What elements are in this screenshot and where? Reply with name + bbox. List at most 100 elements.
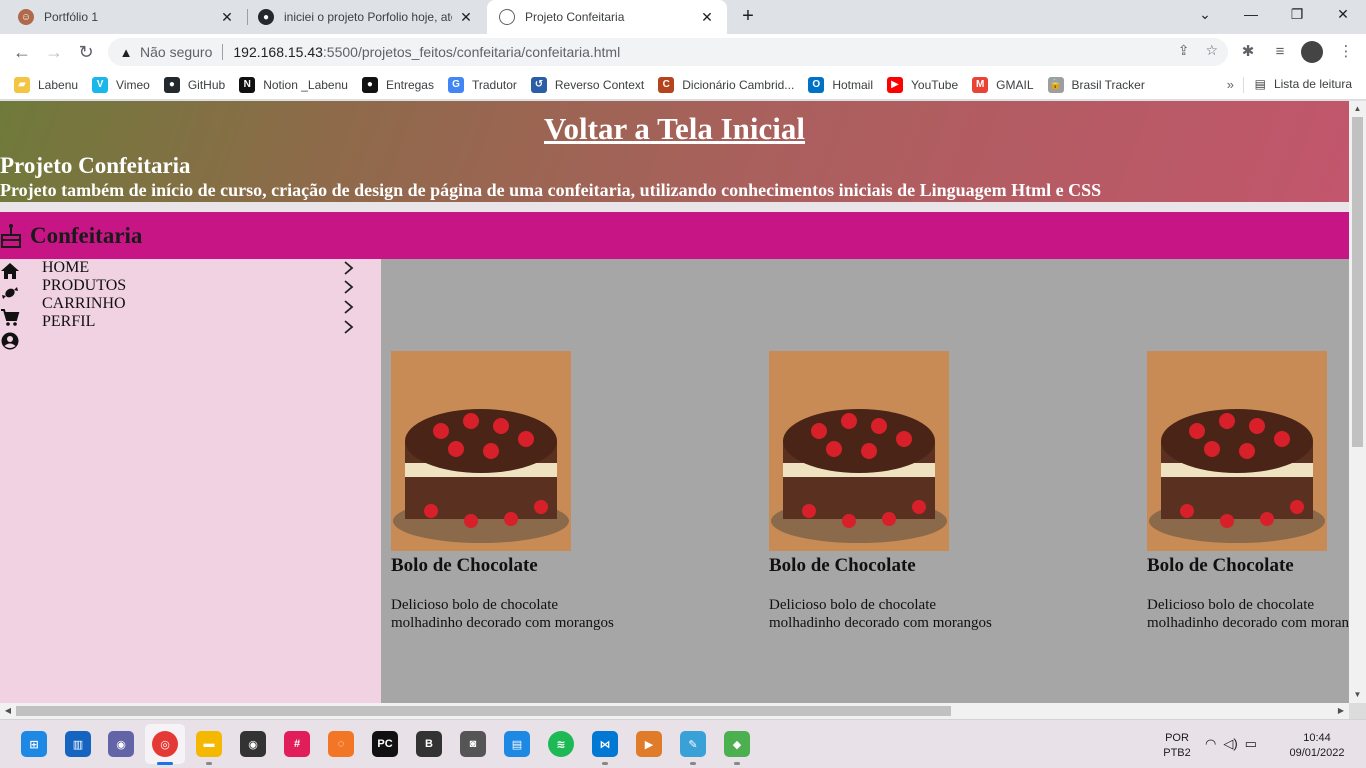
close-icon[interactable]: ✕ <box>219 9 235 25</box>
bookmark-item[interactable]: ▶ YouTube <box>887 76 958 93</box>
bookmark-item[interactable]: ▰ Labenu <box>14 76 78 93</box>
project-title: Projeto Confeitaria <box>0 153 191 178</box>
back-arrow-icon[interactable]: ← <box>8 38 36 66</box>
tab-github[interactable]: ● iniciei o projeto Porfolio hoje, até ✕ <box>248 0 486 34</box>
header-divider <box>0 202 1349 212</box>
github-icon: ● <box>258 9 274 25</box>
camera-app-icon[interactable]: ◙ <box>460 731 486 757</box>
product-card[interactable]: Bolo de Chocolate Delicioso bolo de choc… <box>391 351 691 632</box>
address-bar[interactable]: ▲ Não seguro 192.168.15.43:5500/projetos… <box>108 38 1228 66</box>
horizontal-scrollbar[interactable]: ◀ ▶ <box>0 703 1349 719</box>
bookmark-item[interactable]: N Notion _Labenu <box>239 76 348 93</box>
close-window-button[interactable]: ✕ <box>1320 0 1366 30</box>
close-icon[interactable]: ✕ <box>699 9 715 25</box>
clock-date: 09/01/2022 <box>1289 747 1345 759</box>
product-card[interactable]: Bolo de Chocolate Delicioso bolo de choc… <box>769 351 1069 632</box>
product-title: Bolo de Chocolate <box>769 555 916 576</box>
star-bookmark-icon[interactable]: ☆ <box>1205 42 1218 59</box>
tab-strip: ☺ Portfólio 1 ✕ ● iniciei o projeto Porf… <box>0 0 1366 34</box>
security-label[interactable]: Não seguro <box>140 44 212 60</box>
bookmark-label: Reverso Context <box>554 77 645 92</box>
chrome-icon[interactable]: ◎ <box>152 731 178 757</box>
scroll-right-arrow-icon[interactable]: ▶ <box>1333 703 1349 719</box>
media-player-icon[interactable]: ◉ <box>240 731 266 757</box>
scroll-down-arrow-icon[interactable]: ▼ <box>1349 687 1366 703</box>
extensions-puzzle-icon[interactable]: ✱ <box>1234 38 1262 66</box>
vscode-icon[interactable]: ⋈ <box>592 731 618 757</box>
product-card[interactable]: Bolo de Chocolate Delicioso bolo de choc… <box>1147 351 1349 632</box>
file-explorer-icon[interactable]: ▬ <box>196 731 222 757</box>
sidebar-item-perfil[interactable]: PERFIL <box>0 313 360 334</box>
bookmark-item[interactable]: V Vimeo <box>92 76 150 93</box>
battery-icon[interactable]: ▭ <box>1245 736 1257 752</box>
more-bookmarks-button[interactable]: » <box>1227 77 1234 92</box>
tab-portfolio[interactable]: ☺ Portfólio 1 ✕ <box>0 0 247 34</box>
system-tray-icons[interactable]: ◠ ◁) ▭ <box>1205 736 1257 752</box>
bookmark-item[interactable]: G Tradutor <box>447 76 517 93</box>
notion-icon: N <box>239 76 256 93</box>
sidebar-item-produtos[interactable]: PRODUTOS <box>0 277 360 295</box>
share-icon[interactable]: ⇪ <box>1178 42 1190 59</box>
reload-icon[interactable]: ↻ <box>72 38 100 66</box>
wifi-icon[interactable]: ◠ <box>1205 736 1216 752</box>
spotify-icon[interactable]: ≋ <box>548 731 574 757</box>
widgets-icon[interactable]: ▥ <box>65 731 91 757</box>
running-indicator <box>690 762 696 765</box>
minimize-button[interactable]: — <box>1228 0 1274 30</box>
scroll-up-arrow-icon[interactable]: ▲ <box>1349 101 1366 117</box>
url-text[interactable]: 192.168.15.43:5500/projetos_feitos/confe… <box>233 44 620 60</box>
chocolate-cake-image <box>1147 351 1327 551</box>
gmail-icon: M <box>972 76 989 93</box>
product-description: Delicioso bolo de chocolate molhadinho d… <box>391 596 691 632</box>
bookmark-item[interactable]: ● Entregas <box>361 76 434 93</box>
kebab-menu-icon[interactable]: ⋮ <box>1332 38 1360 66</box>
video-app-icon[interactable]: ▶ <box>636 731 662 757</box>
sidebar-item-carrinho[interactable]: CARRINHO <box>0 295 360 314</box>
new-tab-button[interactable]: + <box>735 5 761 29</box>
windows-start-icon[interactable]: ⊞ <box>21 731 47 757</box>
sidebar-item-home[interactable]: HOME <box>0 259 360 277</box>
bookmark-item[interactable]: ↺ Reverso Context <box>530 76 645 93</box>
close-icon[interactable]: ✕ <box>458 9 474 25</box>
bookmark-item[interactable]: 🔒 Brasil Tracker <box>1047 76 1145 93</box>
bookmarks-bar: ▰ Labenu V Vimeo ● GitHub N Notion _Labenu ● Entr… <box>0 70 1366 100</box>
media-playlist-icon[interactable]: ≡ <box>1266 38 1294 66</box>
language-indicator[interactable]: POR PTB2 <box>1160 731 1194 761</box>
running-indicator <box>602 762 608 765</box>
tab-title: Projeto Confeitaria <box>525 10 625 24</box>
bookmark-label: Tradutor <box>471 77 517 92</box>
translate-icon: G <box>447 76 464 93</box>
clock[interactable]: 10:44 09/01/2022 <box>1284 731 1350 761</box>
tab-search-chevron-icon[interactable]: ⌄ <box>1182 0 1228 30</box>
b-app-icon[interactable]: B <box>416 731 442 757</box>
chevron-right-icon <box>344 280 354 294</box>
git-icon[interactable]: ◆ <box>724 731 750 757</box>
bookmark-item[interactable]: M GMAIL <box>972 76 1034 93</box>
warning-triangle-icon[interactable]: ▲ <box>118 45 134 60</box>
bookmark-item[interactable]: ● GitHub <box>163 76 225 93</box>
notepad-icon[interactable]: ▤ <box>504 731 530 757</box>
omnibox-divider <box>222 44 224 60</box>
tab-projeto-confeitaria[interactable]: Projeto Confeitaria ✕ <box>487 0 727 34</box>
paint-icon[interactable]: ✎ <box>680 731 706 757</box>
vertical-scrollbar[interactable]: ▲ ▼ <box>1349 101 1366 703</box>
jupyter-icon[interactable]: ◌ <box>328 731 354 757</box>
pycharm-icon[interactable]: PC <box>372 731 398 757</box>
forward-arrow-icon[interactable]: → <box>40 38 68 66</box>
back-home-link[interactable]: Voltar a Tela Inicial <box>0 111 1349 147</box>
bookmark-item[interactable]: C Dicionário Cambrid... <box>658 76 794 93</box>
restore-button[interactable]: ❐ <box>1274 0 1320 30</box>
speaker-icon[interactable]: ◁) <box>1223 736 1237 752</box>
vertical-scroll-thumb[interactable] <box>1352 117 1363 447</box>
horizontal-scroll-thumb[interactable] <box>16 706 951 716</box>
slack-icon[interactable]: # <box>284 731 310 757</box>
teams-chat-icon[interactable]: ◉ <box>108 731 134 757</box>
youtube-icon: ▶ <box>887 76 903 93</box>
bookmark-item[interactable]: O Hotmail <box>808 76 873 93</box>
sidebar-item-label: HOME <box>42 259 90 276</box>
scroll-left-arrow-icon[interactable]: ◀ <box>0 703 16 719</box>
circle-icon: ● <box>361 76 378 93</box>
profile-avatar[interactable] <box>1301 41 1323 63</box>
reading-list-button[interactable]: ▤ Lista de leitura <box>1255 77 1352 91</box>
folder-icon: ▰ <box>14 76 30 93</box>
